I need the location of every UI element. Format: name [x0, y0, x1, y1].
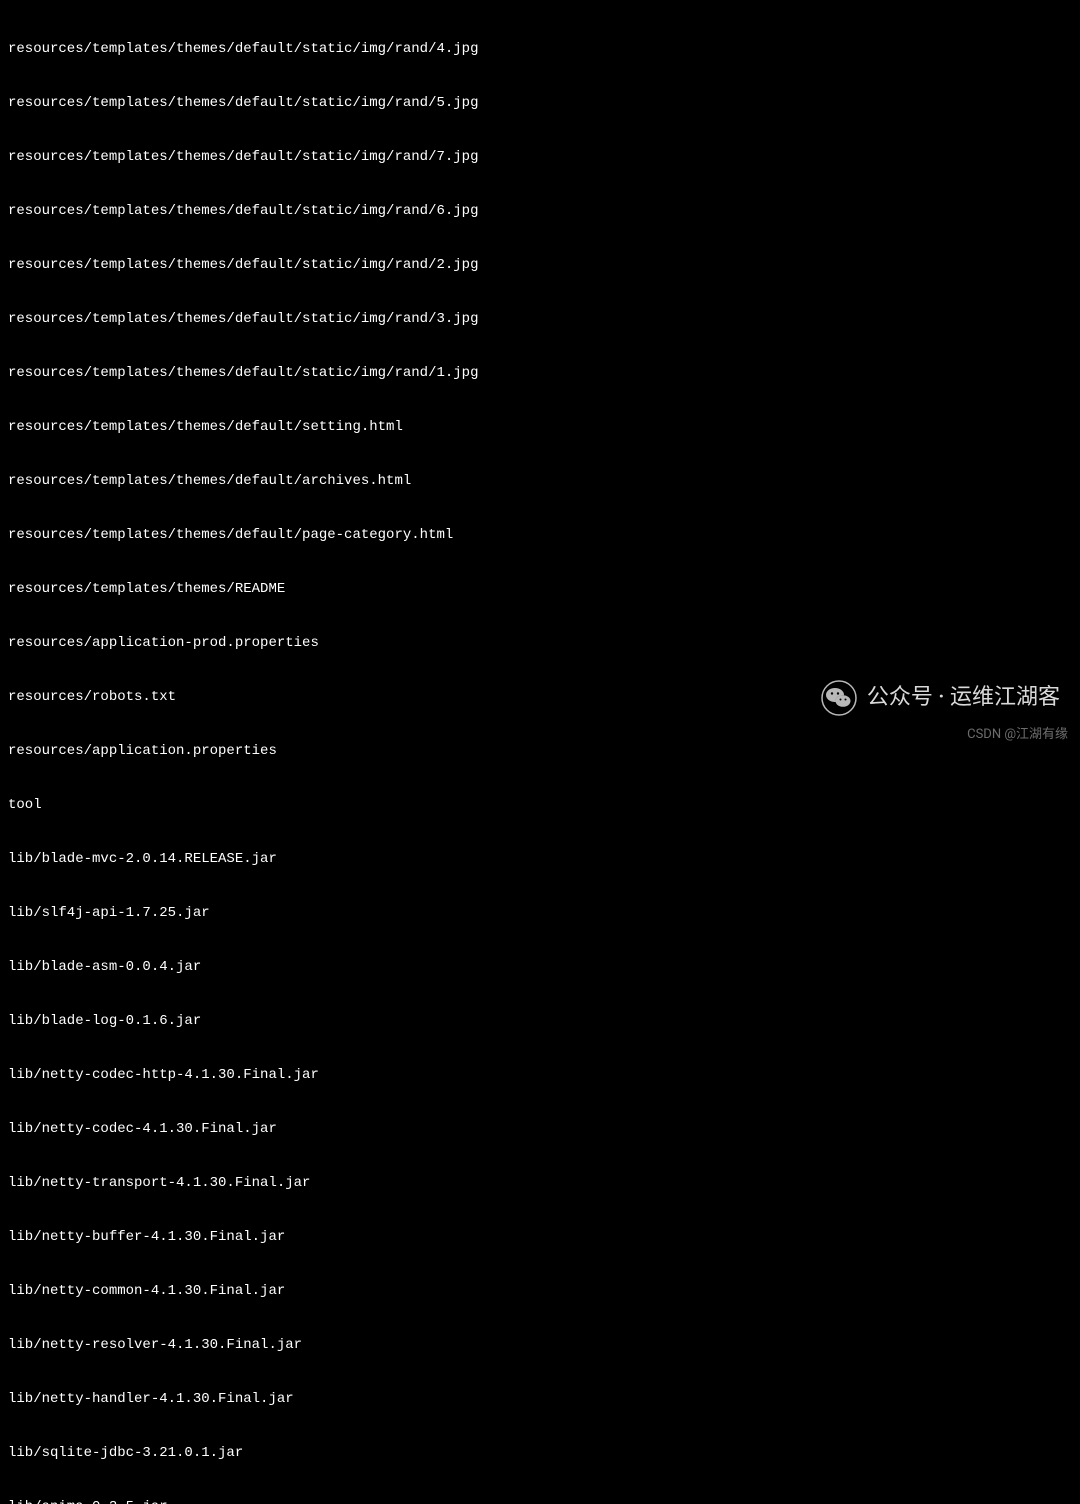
- output-line: resources/application-prod.properties: [8, 634, 1072, 652]
- output-line: resources/templates/themes/default/stati…: [8, 364, 1072, 382]
- output-line: resources/templates/themes/default/stati…: [8, 202, 1072, 220]
- output-line: resources/application.properties: [8, 742, 1072, 760]
- output-line: resources/templates/themes/default/stati…: [8, 94, 1072, 112]
- output-line: resources/templates/themes/README: [8, 580, 1072, 598]
- output-line: lib/netty-common-4.1.30.Final.jar: [8, 1282, 1072, 1300]
- output-line: resources/templates/themes/default/stati…: [8, 310, 1072, 328]
- output-line: lib/netty-buffer-4.1.30.Final.jar: [8, 1228, 1072, 1246]
- output-line: lib/netty-handler-4.1.30.Final.jar: [8, 1390, 1072, 1408]
- output-line: resources/templates/themes/default/page-…: [8, 526, 1072, 544]
- output-line: tool: [8, 796, 1072, 814]
- output-line: lib/blade-log-0.1.6.jar: [8, 1012, 1072, 1030]
- terminal-output[interactable]: resources/templates/themes/default/stati…: [8, 4, 1072, 1504]
- csdn-watermark: CSDN @江湖有缘: [967, 726, 1068, 744]
- wechat-watermark: 公众号 · 运维江湖客: [821, 680, 1060, 716]
- output-line: lib/anima-0.2.5.jar: [8, 1498, 1072, 1504]
- output-line: resources/templates/themes/default/archi…: [8, 472, 1072, 490]
- output-line: lib/netty-codec-4.1.30.Final.jar: [8, 1120, 1072, 1138]
- output-line: lib/slf4j-api-1.7.25.jar: [8, 904, 1072, 922]
- output-line: lib/netty-codec-http-4.1.30.Final.jar: [8, 1066, 1072, 1084]
- output-line: lib/blade-mvc-2.0.14.RELEASE.jar: [8, 850, 1072, 868]
- output-line: lib/netty-transport-4.1.30.Final.jar: [8, 1174, 1072, 1192]
- output-line: resources/templates/themes/default/stati…: [8, 40, 1072, 58]
- output-line: resources/templates/themes/default/stati…: [8, 256, 1072, 274]
- output-line: resources/templates/themes/default/stati…: [8, 148, 1072, 166]
- wechat-icon: [821, 680, 857, 716]
- watermark-text: 公众号 · 运维江湖客: [867, 689, 1060, 707]
- output-line: resources/templates/themes/default/setti…: [8, 418, 1072, 436]
- output-line: lib/blade-asm-0.0.4.jar: [8, 958, 1072, 976]
- output-line: lib/netty-resolver-4.1.30.Final.jar: [8, 1336, 1072, 1354]
- output-line: lib/sqlite-jdbc-3.21.0.1.jar: [8, 1444, 1072, 1462]
